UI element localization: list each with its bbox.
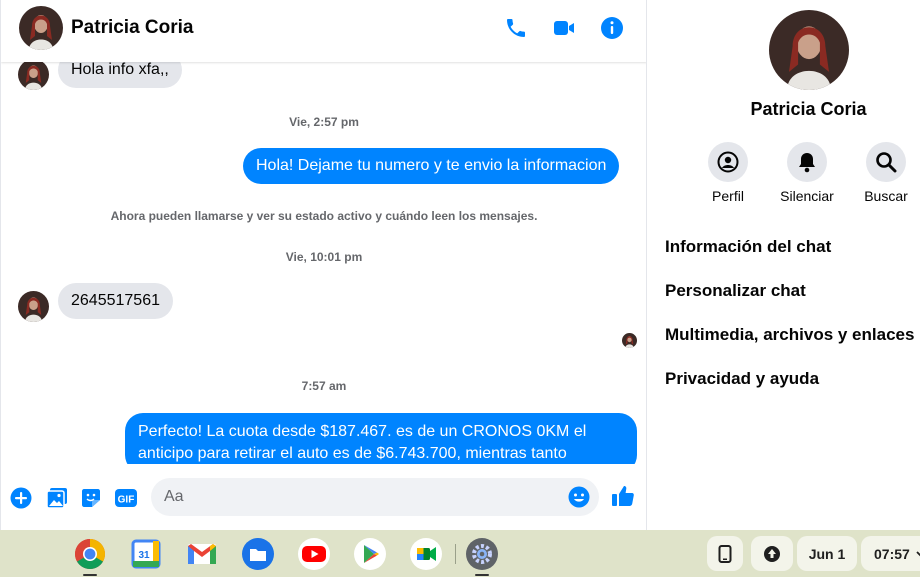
- youtube-icon[interactable]: [297, 537, 331, 571]
- plus-icon[interactable]: [9, 486, 33, 510]
- contact-avatar: [18, 291, 49, 322]
- emoji-icon[interactable]: [567, 485, 591, 509]
- update-button[interactable]: [751, 536, 793, 571]
- search-button[interactable]: Buscar: [846, 142, 920, 204]
- message-timestamp: Vie, 2:57 pm: [289, 115, 359, 129]
- gmail-icon[interactable]: [185, 537, 219, 571]
- incoming-message: 2645517561: [58, 283, 173, 319]
- running-indicator: [83, 574, 97, 576]
- message-input[interactable]: [164, 478, 559, 516]
- menu-media-files-links[interactable]: Multimedia, archivos y enlaces: [665, 325, 914, 345]
- contact-avatar-large[interactable]: [769, 10, 849, 90]
- phone-icon[interactable]: [503, 15, 529, 41]
- search-icon: [866, 142, 906, 182]
- os-shelf: 31 Jun 1 07:57: [0, 530, 920, 577]
- gif-icon[interactable]: GIF: [114, 486, 138, 510]
- settings-icon[interactable]: [465, 537, 499, 576]
- message-timestamp: 7:57 am: [301, 379, 347, 393]
- chevron-down-icon: [916, 550, 920, 556]
- contact-name[interactable]: Patricia Coria: [71, 17, 194, 39]
- chat-header: Patricia Coria: [1, 0, 646, 62]
- sticker-icon[interactable]: [79, 486, 103, 510]
- message-timestamp: Vie, 10:01 pm: [285, 250, 363, 264]
- thumbs-up-icon[interactable]: [611, 484, 635, 508]
- phone-hub-button[interactable]: [707, 536, 743, 571]
- message-composer: GIF: [1, 464, 646, 530]
- system-note: Ahora pueden llamarse y ver su estado ac…: [110, 209, 538, 223]
- svg-text:31: 31: [138, 550, 150, 561]
- profile-icon: [708, 142, 748, 182]
- outgoing-message: Perfecto! La cuota desde $187.467. es de…: [125, 413, 637, 464]
- contact-name: Patricia Coria: [750, 99, 867, 119]
- shelf-separator: [455, 544, 456, 564]
- action-label: Buscar: [864, 188, 908, 204]
- time-display[interactable]: 07:57: [861, 536, 920, 571]
- image-icon[interactable]: [45, 486, 69, 510]
- clock-time: 07:57: [874, 545, 910, 562]
- contact-avatar: [18, 59, 49, 90]
- bell-icon: [787, 142, 827, 182]
- outgoing-message: Hola! Dejame tu numero y te envio la inf…: [243, 148, 620, 184]
- profile-button[interactable]: Perfil: [688, 142, 768, 204]
- chat-info-panel: Patricia Coria Perfil Silenciar Buscar I…: [648, 0, 920, 530]
- contact-avatar[interactable]: [19, 6, 63, 50]
- video-camera-icon[interactable]: [551, 15, 577, 41]
- calendar-icon[interactable]: 31: [129, 537, 163, 571]
- action-label: Perfil: [712, 188, 744, 204]
- running-indicator: [475, 574, 489, 576]
- info-icon[interactable]: [599, 15, 625, 41]
- message-list[interactable]: Hola info xfa,, Vie, 2:57 pm Hola! Dejam…: [1, 0, 646, 464]
- svg-text:GIF: GIF: [118, 495, 135, 506]
- meet-icon[interactable]: [409, 537, 443, 571]
- chat-panel: Hola info xfa,, Vie, 2:57 pm Hola! Dejam…: [0, 0, 647, 530]
- app-window: Hola info xfa,, Vie, 2:57 pm Hola! Dejam…: [0, 0, 920, 577]
- files-icon[interactable]: [241, 537, 275, 571]
- menu-privacy-support[interactable]: Privacidad y ayuda: [665, 369, 819, 389]
- play-store-icon[interactable]: [353, 537, 387, 571]
- menu-customize-chat[interactable]: Personalizar chat: [665, 281, 806, 301]
- date-display[interactable]: Jun 1: [797, 536, 857, 571]
- action-label: Silenciar: [780, 188, 834, 204]
- message-input-container: [151, 478, 599, 516]
- read-receipt-avatar: [622, 333, 637, 348]
- chrome-icon[interactable]: [73, 537, 107, 576]
- mute-button[interactable]: Silenciar: [767, 142, 847, 204]
- menu-chat-info[interactable]: Información del chat: [665, 237, 831, 257]
